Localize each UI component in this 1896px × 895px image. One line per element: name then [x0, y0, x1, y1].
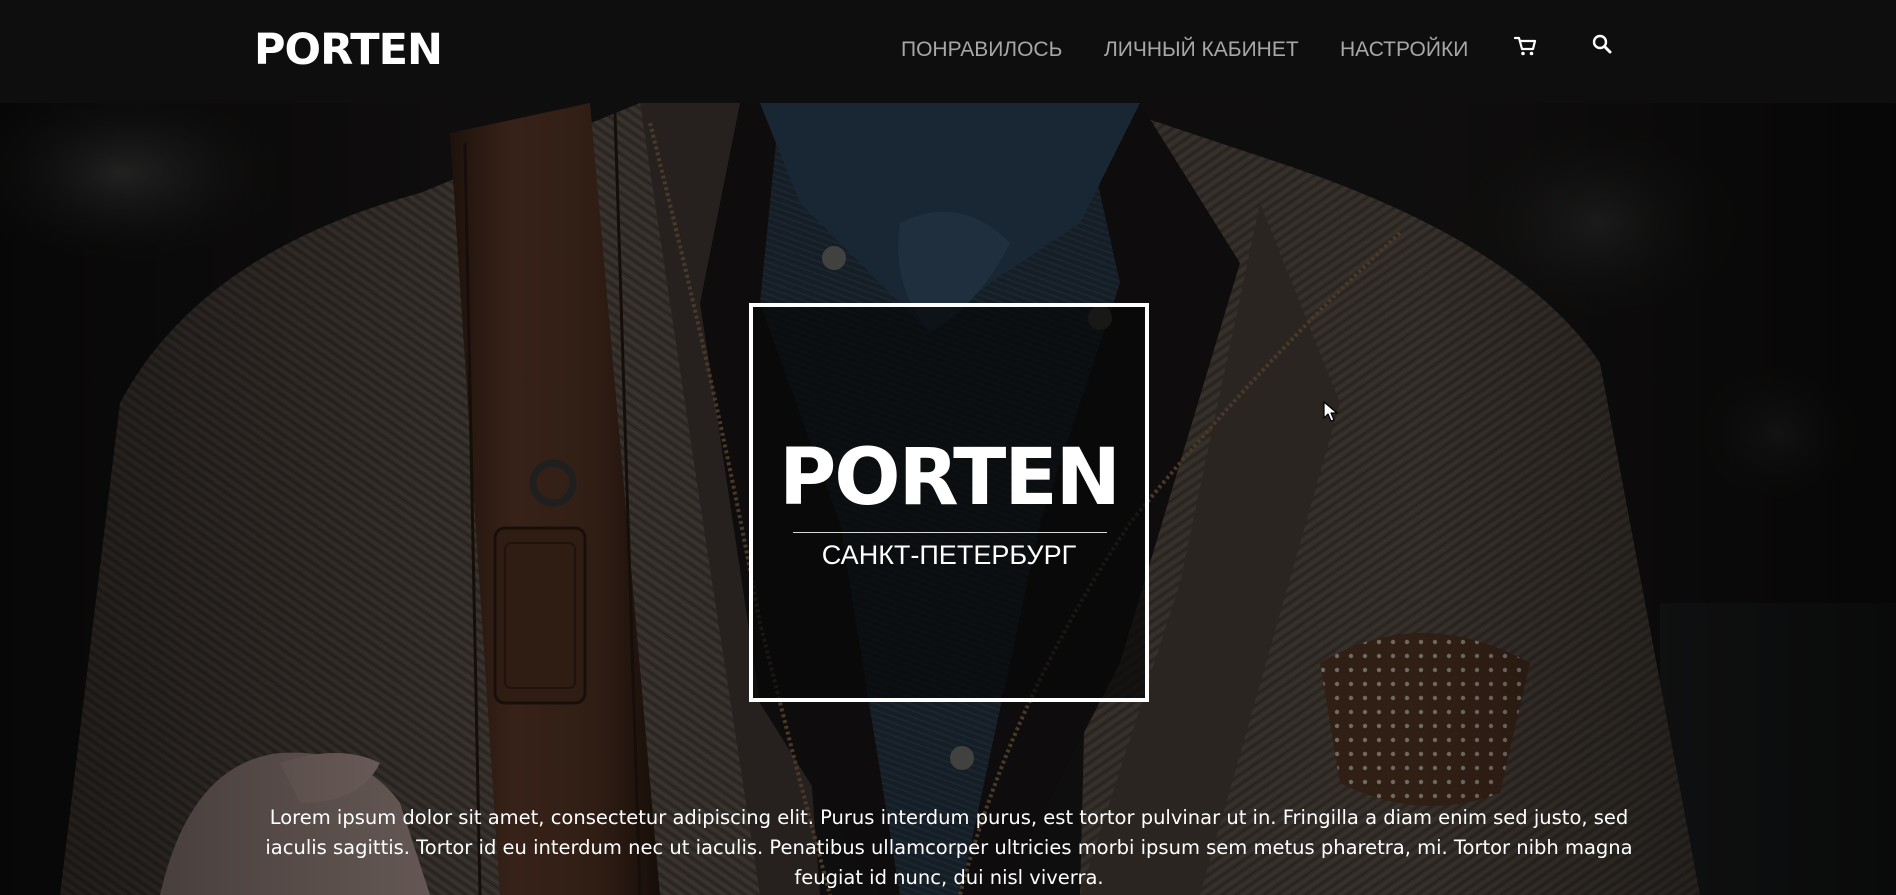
- site-header: PORTEN ПОНРАВИЛОСЬ ЛИЧНЫЙ КАБИНЕТ НАСТРО…: [0, 0, 1896, 103]
- search-icon: [1592, 34, 1612, 54]
- hero-section: PORTEN САНКТ-ПЕТЕРБУРГ Lorem ipsum dolor…: [0, 103, 1896, 895]
- mouse-cursor-icon: [1323, 401, 1338, 422]
- nav-account[interactable]: ЛИЧНЫЙ КАБИНЕТ: [1104, 36, 1299, 64]
- hero-title: PORTEN: [779, 433, 1121, 523]
- search-button[interactable]: [1589, 32, 1617, 60]
- nav-settings[interactable]: НАСТРОЙКИ: [1340, 36, 1468, 64]
- hero-title-divider: [793, 532, 1107, 533]
- hero-title-box: PORTEN САНКТ-ПЕТЕРБУРГ: [749, 303, 1149, 702]
- hero-subtitle: САНКТ-ПЕТЕРБУРГ: [821, 540, 1077, 570]
- cart-button[interactable]: [1512, 32, 1540, 60]
- site-logo[interactable]: PORTEN: [254, 22, 443, 78]
- nav-liked[interactable]: ПОНРАВИЛОСЬ: [901, 36, 1062, 64]
- hero-description: Lorem ipsum dolor sit amet, consectetur …: [265, 806, 1633, 889]
- cart-icon: [1513, 36, 1537, 56]
